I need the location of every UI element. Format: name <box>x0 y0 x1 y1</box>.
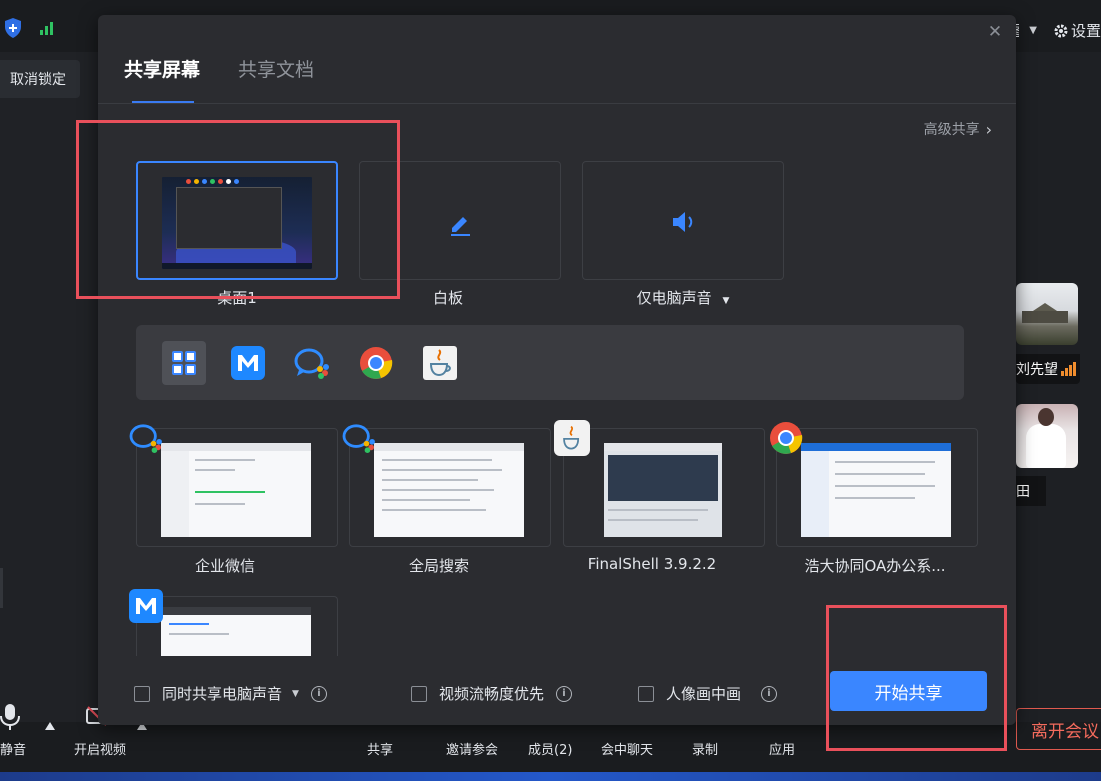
computer-audio-label[interactable]: 仅电脑声音 ▼ <box>582 287 784 308</box>
chat-button[interactable]: 会中聊天 <box>601 739 653 758</box>
advanced-share-label: 高级共享 <box>923 122 980 138</box>
m-logo-icon <box>231 346 265 380</box>
computer-audio-text: 仅电脑声音 <box>636 289 712 307</box>
person-head-shape <box>1038 408 1054 426</box>
left-scroll-handle[interactable] <box>0 568 3 608</box>
participant-name-2: 田 <box>1016 484 1030 500</box>
video-smooth-option[interactable]: 视频流畅度优先 i <box>411 683 573 704</box>
share-audio-checkbox[interactable] <box>134 685 150 702</box>
mute-button[interactable]: 静音 <box>0 739 26 758</box>
chevron-down-icon[interactable]: ▼ <box>722 296 729 306</box>
java-filter[interactable] <box>420 343 460 383</box>
window-card-wecom[interactable] <box>136 428 338 547</box>
microphone-icon[interactable] <box>0 704 20 730</box>
pen-icon <box>451 217 470 236</box>
window-label-finalshell: FinalShell 3.9.2.2 <box>587 555 717 573</box>
video-smooth-label: 视频流畅度优先 <box>439 685 545 703</box>
invite-button[interactable]: 邀请参会 <box>446 739 498 758</box>
window-label-oa-system: 浩大协同OA办公系... <box>804 557 946 575</box>
advanced-share-link[interactable]: 高级共享 › <box>924 119 992 139</box>
wecom-badge <box>341 420 377 456</box>
java-icon <box>423 346 457 380</box>
settings-label[interactable]: 设置 <box>1071 20 1101 41</box>
info-icon[interactable]: i <box>556 685 573 702</box>
participant-nametag-2: 田 <box>1016 476 1046 506</box>
chrome-icon <box>770 422 803 454</box>
window-card-oa-system[interactable] <box>776 428 978 547</box>
chrome-badge <box>768 420 804 456</box>
chrome-icon <box>360 347 393 379</box>
window-thumbnail <box>161 443 311 537</box>
grid-icon <box>172 351 196 375</box>
pip-checkbox[interactable] <box>638 685 654 702</box>
speaker-icon <box>673 212 693 232</box>
participant-nametag-1: 刘先望 <box>1016 354 1080 384</box>
tab-share-document[interactable]: 共享文档 <box>238 55 314 82</box>
all-apps-filter[interactable] <box>162 341 206 385</box>
pip-label: 人像画中画 <box>666 685 742 703</box>
pip-option[interactable]: 人像画中画 i <box>638 683 778 704</box>
m-logo-icon <box>129 589 163 623</box>
tab-share-screen[interactable]: 共享屏幕 <box>124 55 200 82</box>
chrome-filter[interactable] <box>356 343 396 383</box>
tab-divider <box>98 103 1016 104</box>
wecom-icon <box>342 424 375 453</box>
info-icon[interactable]: i <box>761 685 778 702</box>
app-filter-strip <box>136 325 964 400</box>
apps-button[interactable]: 应用 <box>769 739 795 758</box>
os-taskbar <box>0 772 1101 781</box>
wecom-filter[interactable] <box>292 343 332 383</box>
record-button[interactable]: 录制 <box>692 739 718 758</box>
participant-panel <box>1016 52 1101 722</box>
video-button[interactable]: 开启视频 <box>74 739 126 758</box>
network-signal-icon <box>40 22 53 35</box>
participant-video-2[interactable] <box>1016 404 1078 468</box>
person-coat-shape <box>1026 424 1066 468</box>
java-badge <box>554 420 590 456</box>
participant-video-1[interactable] <box>1016 283 1078 345</box>
computer-audio-option[interactable] <box>582 161 784 280</box>
signal-bars-icon <box>1061 362 1076 376</box>
share-audio-option[interactable]: 同时共享电脑声音 ▼ i <box>134 683 327 704</box>
chevron-down-icon[interactable]: ▼ <box>292 689 299 699</box>
gear-icon[interactable] <box>1053 23 1069 39</box>
top-right-controls: 图 ▼ 设置 <box>1009 20 1101 41</box>
members-button[interactable]: 成员(2) <box>528 739 572 758</box>
mute-options-arrow[interactable] <box>45 722 55 730</box>
window-label-global-search: 全局搜索 <box>408 557 469 575</box>
tencent-meeting-filter[interactable] <box>228 343 268 383</box>
window-thumbnail <box>801 443 951 537</box>
share-button[interactable]: 共享 <box>367 739 393 758</box>
tencent-meeting-badge <box>128 588 164 624</box>
window-label-wecom: 企业微信 <box>194 557 255 575</box>
window-card-finalshell[interactable] <box>563 428 765 547</box>
window-card-tencent-meeting[interactable] <box>136 596 338 656</box>
info-icon[interactable]: i <box>310 685 327 702</box>
chevron-right-icon: › <box>985 119 992 139</box>
java-icon <box>563 425 580 450</box>
temple-building-shape <box>1022 311 1068 323</box>
window-thumbnail <box>604 443 722 537</box>
annotation-box-desktop <box>76 120 400 299</box>
window-thumbnail <box>374 443 524 537</box>
wecom-icon <box>294 348 329 379</box>
annotation-box-start <box>826 605 1007 751</box>
close-icon[interactable]: ✕ <box>986 23 1004 41</box>
participant-name-1: 刘先望 <box>1016 362 1058 378</box>
wecom-badge <box>128 420 164 456</box>
share-audio-label: 同时共享电脑声音 <box>162 685 283 703</box>
leave-meeting-button[interactable]: 离开会议 <box>1016 708 1101 750</box>
video-smooth-checkbox[interactable] <box>411 685 427 702</box>
window-card-global-search[interactable] <box>349 428 551 547</box>
wecom-icon <box>129 424 162 453</box>
unlock-button[interactable]: 取消锁定 <box>0 60 80 98</box>
chevron-down-icon[interactable]: ▼ <box>1029 25 1037 36</box>
window-thumbnail <box>161 607 311 656</box>
security-shield-icon[interactable] <box>4 18 22 38</box>
